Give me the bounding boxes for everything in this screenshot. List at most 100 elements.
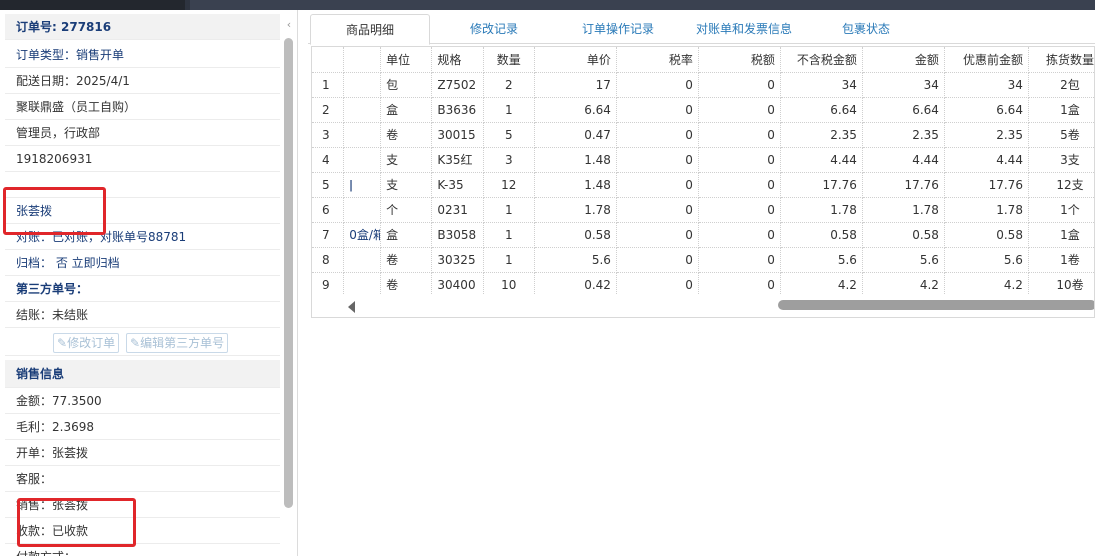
cell-tax-amount: 0 (698, 222, 781, 248)
table-row[interactable]: 6 个 0231 1 1.78 0 0 1.78 1.78 1.78 1个 (312, 197, 1094, 223)
tab-reconcile-invoice[interactable]: 对账单和发票信息 (684, 14, 804, 44)
cell-index: 5 (312, 172, 345, 198)
col-header-picked-qty[interactable]: 拣货数量 (1028, 47, 1094, 73)
cell-name (343, 272, 382, 298)
cell-unit-price: 0.42 (534, 272, 617, 298)
col-header-qty[interactable]: 数量 (483, 47, 535, 73)
col-header-pre-discount[interactable]: 优惠前金额 (944, 47, 1029, 73)
collapse-chevron-icon[interactable]: ‹ (282, 18, 296, 32)
col-header-spec[interactable]: 规格 (431, 47, 484, 73)
table-row[interactable]: 4 支 K35红 3 1.48 0 0 4.44 4.44 4.44 3支 (312, 147, 1094, 173)
top-bar-segment (0, 0, 185, 10)
cell-spec: 0231 (431, 197, 484, 223)
cell-name (343, 72, 382, 98)
col-header-name (343, 47, 382, 73)
cell-tax-amount: 0 (698, 147, 781, 173)
cell-amount: 6.64 (862, 97, 945, 123)
cell-tax-rate: 0 (616, 197, 699, 223)
cell-tax-amount: 0 (698, 197, 781, 223)
cell-tax-amount: 0 (698, 272, 781, 298)
cell-pre-discount: 5.6 (944, 247, 1029, 273)
cell-unit: 盒 (380, 222, 433, 248)
cell-tax-rate: 0 (616, 72, 699, 98)
cell-pre-discount: 2.35 (944, 122, 1029, 148)
blank-row (5, 172, 280, 198)
tab-operation-history[interactable]: 订单操作记录 (568, 14, 668, 44)
cell-unit: 卷 (380, 247, 433, 273)
tab-edit-history[interactable]: 修改记录 (448, 14, 540, 44)
cell-amount: 2.35 (862, 122, 945, 148)
cell-pre-discount: 4.44 (944, 147, 1029, 173)
cell-tax-rate: 0 (616, 97, 699, 123)
table-row[interactable]: 8 卷 30325 1 5.6 0 0 5.6 5.6 5.6 1卷 (312, 247, 1094, 273)
cell-index: 4 (312, 147, 345, 173)
order-id-header: 订单号: 277816 (5, 14, 280, 40)
col-header-pretax-amount[interactable]: 不含税金额 (780, 47, 863, 73)
order-type: 订单类型：销售开单 (5, 42, 280, 68)
cell-pretax-amount: 2.35 (780, 122, 863, 148)
cell-pretax-amount: 1.78 (780, 197, 863, 223)
cell-pre-discount: 1.78 (944, 197, 1029, 223)
tab-product-details[interactable]: 商品明细 (310, 14, 430, 45)
cell-unit-price: 1.48 (534, 172, 617, 198)
cell-spec: B3636 (431, 97, 484, 123)
archive-status[interactable]: 归档： 否 立即归档 (5, 250, 280, 276)
cell-picked-qty: 1个 (1028, 197, 1094, 223)
sales-amount: 金额：77.3500 (5, 388, 280, 414)
cell-pretax-amount: 4.44 (780, 147, 863, 173)
customer-service: 客服： (5, 466, 280, 492)
table-row[interactable]: 70盒/箱盒B305810.58000.580.580.581盒 (312, 222, 1094, 248)
tab-package-status[interactable]: 包裹状态 (808, 14, 924, 44)
cell-picked-qty: 1卷 (1028, 247, 1094, 273)
scroll-left-arrow-icon[interactable] (348, 301, 355, 313)
col-header-tax-amount[interactable]: 税额 (698, 47, 781, 73)
cell-qty: 5 (483, 122, 535, 148)
top-bar-segment (190, 0, 1095, 10)
col-header-unit-price[interactable]: 单价 (534, 47, 617, 73)
table-row[interactable]: 3 卷 30015 5 0.47 0 0 2.35 2.35 2.35 5卷 (312, 122, 1094, 148)
edit-order-button[interactable]: ✎修改订单 (53, 333, 120, 353)
cell-pre-discount: 34 (944, 72, 1029, 98)
col-header-unit[interactable]: 单位 (380, 47, 433, 73)
cell-index: 7 (312, 222, 345, 248)
cell-amount: 34 (862, 72, 945, 98)
cell-picked-qty: 12支 (1028, 172, 1094, 198)
sales-info-heading: 销售信息 (5, 360, 280, 388)
cell-index: 9 (312, 272, 345, 298)
sales-person: 销售：张荟拨 (5, 492, 280, 518)
table-row[interactable]: 1 包 Z7502 2 17 0 0 34 34 34 2包 (312, 72, 1094, 98)
cell-amount: 0.58 (862, 222, 945, 248)
cell-amount: 4.2 (862, 272, 945, 298)
edit-order-label: 修改订单 (67, 336, 116, 350)
edit-third-party-button[interactable]: ✎编辑第三方单号 (126, 333, 229, 353)
cell-qty: 1 (483, 197, 535, 223)
cell-name (343, 147, 382, 173)
col-header-amount[interactable]: 金额 (862, 47, 945, 73)
third-party-number: 第三方单号： (5, 276, 280, 302)
delivery-date: 配送日期：2025/4/1 (5, 68, 280, 94)
cell-index: 2 (312, 97, 345, 123)
left-panel-scrollbar[interactable] (284, 38, 293, 508)
cell-tax-rate: 0 (616, 147, 699, 173)
order-id-label: 订单号: (16, 20, 57, 34)
table-row[interactable]: 2 盒 B3636 1 6.64 0 0 6.64 6.64 6.64 1盒 (312, 97, 1094, 123)
cell-name (343, 247, 382, 273)
edit-icon: ✎ (57, 336, 68, 350)
horizontal-scrollbar-thumb[interactable] (778, 300, 1094, 310)
cell-picked-qty: 2包 (1028, 72, 1094, 98)
cell-qty: 2 (483, 72, 535, 98)
col-header-index (312, 47, 345, 73)
cell-tax-amount: 0 (698, 172, 781, 198)
cell-name: 0盒/箱 (343, 222, 382, 248)
cell-tax-amount: 0 (698, 122, 781, 148)
col-header-tax-rate[interactable]: 税率 (616, 47, 699, 73)
cell-unit: 支 (380, 147, 433, 173)
reconcile-status[interactable]: 对账：已对账，对账单号88781 (5, 224, 280, 250)
table-body: 1 包 Z7502 2 17 0 0 34 34 34 2包 2 盒 B3636 1 6.64 0 0 6.64 6.… (312, 72, 1094, 298)
cell-index: 1 (312, 72, 345, 98)
table-row[interactable]: 9 卷 30400 10 0.42 0 0 4.2 4.2 4.2 10卷 (312, 272, 1094, 298)
cell-amount: 17.76 (862, 172, 945, 198)
cell-qty: 1 (483, 222, 535, 248)
table-row[interactable]: 5 ǀ 支 K-35 12 1.48 0 0 17.76 17.76 17.76 12支 (312, 172, 1094, 198)
cell-spec: K35红 (431, 147, 484, 173)
